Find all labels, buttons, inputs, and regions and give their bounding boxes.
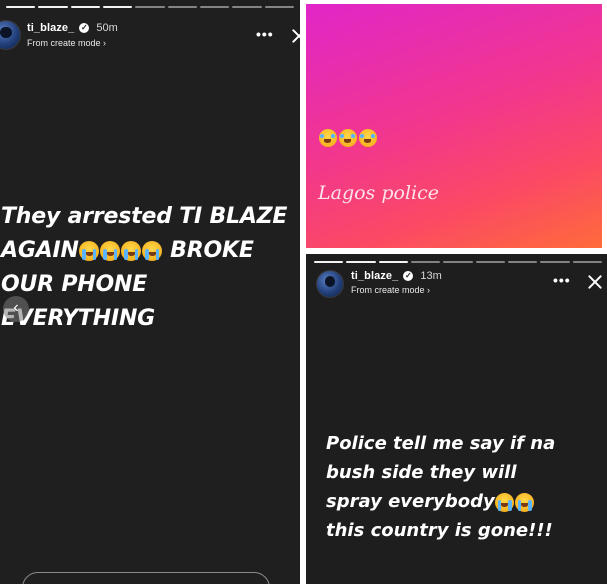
- story-progress-bar: [6, 6, 294, 8]
- story-text-line: Police tell me say if na: [326, 429, 604, 458]
- progress-segment: [167, 6, 197, 8]
- story-text-segment: bush side they will: [326, 462, 517, 483]
- right-story-panel[interactable]: ti_blaze_ ✓ 13m From create mode › ••• P…: [306, 254, 607, 584]
- story-text-line: They arrested TI BLAZE: [1, 200, 297, 234]
- middle-story-panel[interactable]: Lagos police: [306, 4, 602, 248]
- story-text: Police tell me say if na bush side they w…: [326, 429, 604, 545]
- avatar[interactable]: [0, 20, 21, 50]
- progress-segment: [6, 6, 36, 8]
- story-progress-bar: [314, 261, 602, 263]
- avatar[interactable]: [316, 270, 344, 298]
- username[interactable]: ti_blaze_: [351, 270, 398, 282]
- progress-segment: [38, 6, 68, 8]
- reply-input[interactable]: [22, 572, 270, 584]
- crying-emoji-icon: [121, 241, 142, 261]
- story-text-segment: spray everybody: [326, 491, 495, 512]
- progress-segment: [199, 6, 230, 8]
- post-time: 13m: [420, 270, 442, 282]
- story-text-segment: They arrested TI BLAZE: [1, 204, 288, 229]
- story-text-segment: this country is gone!!!: [326, 520, 553, 541]
- chevron-right-icon: ›: [103, 38, 107, 48]
- chevron-right-icon: ›: [427, 285, 431, 295]
- progress-segment: [314, 261, 344, 263]
- story-text-line: bush side they will: [326, 458, 604, 487]
- story-text-line: EVERYTHING: [1, 302, 297, 336]
- post-time: 50m: [96, 22, 118, 34]
- left-story-panel[interactable]: ti_blaze_ ✓ 50m From create mode › ••• T…: [0, 0, 300, 584]
- progress-segment: [70, 6, 100, 8]
- crying-emoji-icon: [100, 241, 121, 261]
- crying-emoji-icon: [515, 492, 535, 512]
- verified-badge-icon: ✓: [79, 23, 90, 33]
- story-header: ti_blaze_ ✓ 50m: [27, 22, 118, 34]
- username[interactable]: ti_blaze_: [27, 22, 74, 34]
- more-options-icon[interactable]: •••: [256, 26, 274, 42]
- crying-emoji-icon: [142, 241, 163, 261]
- verified-badge-icon: ✓: [403, 271, 414, 281]
- progress-segment: [443, 261, 473, 263]
- progress-segment: [264, 6, 294, 8]
- progress-segment: [232, 6, 262, 8]
- story-text-segment: BROKE: [162, 238, 254, 263]
- more-options-icon[interactable]: •••: [553, 272, 571, 288]
- source-link[interactable]: From create mode ›: [27, 38, 106, 48]
- story-caption: Lagos police: [318, 182, 439, 204]
- story-text-segment: Police tell me say if na: [326, 433, 556, 454]
- laughing-emoji-icon: [338, 129, 357, 147]
- laughing-emoji-group: [318, 129, 377, 147]
- story-text-line: this country is gone!!!: [326, 516, 604, 545]
- story-header: ti_blaze_ ✓ 13m: [351, 270, 442, 282]
- laughing-emoji-icon: [318, 129, 337, 147]
- story-text-segment: OUR PHONE: [1, 272, 148, 297]
- story-text-line: AGAIN BROKE: [1, 234, 297, 268]
- source-label: From create mode: [351, 285, 425, 295]
- progress-segment: [475, 261, 505, 263]
- crying-emoji-icon: [495, 492, 515, 512]
- story-text-line: OUR PHONE: [1, 268, 297, 302]
- previous-story-button[interactable]: ‹: [3, 296, 29, 322]
- story-text-segment: AGAIN: [1, 238, 79, 263]
- source-label: From create mode: [27, 38, 101, 48]
- source-link[interactable]: From create mode ›: [351, 285, 430, 295]
- progress-segment: [572, 261, 602, 263]
- crying-emoji-icon: [79, 241, 100, 261]
- progress-segment: [507, 261, 538, 263]
- story-text-line: spray everybody: [326, 487, 604, 516]
- progress-segment: [102, 6, 133, 8]
- progress-segment: [378, 261, 408, 263]
- progress-segment: [135, 6, 165, 8]
- progress-segment: [410, 261, 441, 263]
- story-text: They arrested TI BLAZE AGAIN BROKE OUR PHO…: [1, 200, 297, 336]
- laughing-emoji-icon: [358, 129, 377, 147]
- close-icon[interactable]: [587, 274, 603, 290]
- progress-segment: [346, 261, 376, 263]
- close-icon[interactable]: [291, 28, 300, 44]
- progress-segment: [540, 261, 570, 263]
